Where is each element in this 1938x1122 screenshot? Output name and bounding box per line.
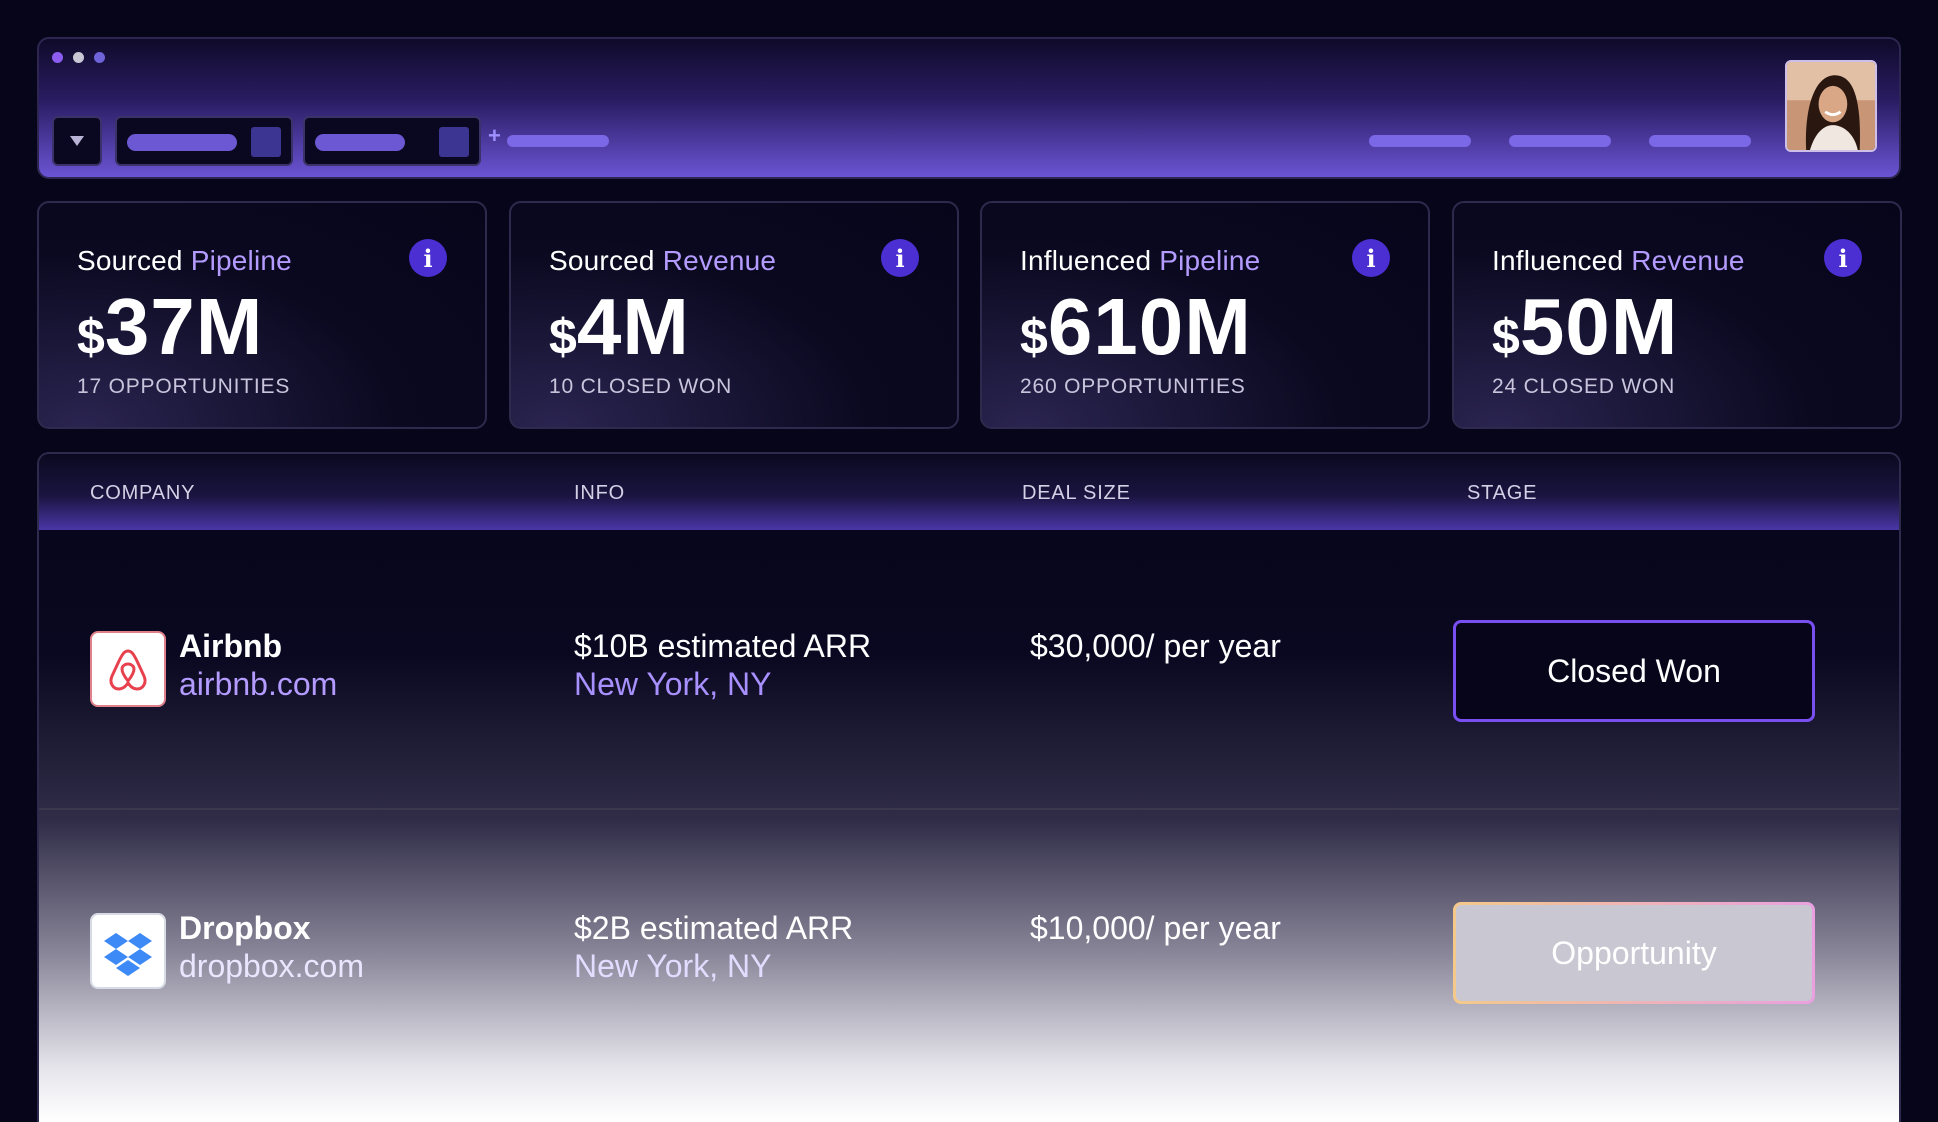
stat-card-influenced-revenue: Influenced Revenue i $50M 24 CLOSED WON [1452, 201, 1902, 429]
chip-close-square[interactable] [251, 127, 281, 157]
chip-placeholder-bar [127, 134, 237, 151]
table-row[interactable]: Dropbox dropbox.com $2B estimated ARR Ne… [39, 812, 1899, 1092]
user-avatar[interactable] [1785, 60, 1877, 152]
stat-title: Sourced Pipeline [77, 245, 292, 276]
stat-title: Sourced Revenue [549, 245, 777, 276]
stat-value: $4M [549, 282, 690, 371]
stat-value: $50M [1492, 282, 1679, 371]
stat-subtitle: 10 CLOSED WON [549, 375, 733, 398]
stat-subtitle: 24 CLOSED WON [1492, 375, 1676, 398]
info-icon[interactable]: i [1352, 239, 1390, 277]
airbnb-logo-icon [90, 631, 166, 707]
column-header-stage[interactable]: STAGE [1467, 482, 1537, 505]
company-location: New York, NY [574, 666, 772, 702]
info-icon[interactable]: i [881, 239, 919, 277]
column-header-company[interactable]: COMPANY [90, 482, 195, 505]
window-dot-violet[interactable] [94, 52, 105, 63]
stage-badge-closed-won[interactable]: Closed Won [1453, 620, 1815, 722]
stat-subtitle: 260 OPPORTUNITIES [1020, 375, 1246, 398]
column-header-deal-size[interactable]: DEAL SIZE [1022, 482, 1131, 505]
company-url[interactable]: airbnb.com [179, 666, 337, 703]
window-controls [52, 52, 105, 63]
stat-card-influenced-pipeline: Influenced Pipeline i $610M 260 OPPORTUN… [980, 201, 1430, 429]
company-arr: $2B estimated ARR [574, 910, 854, 946]
stat-card-sourced-pipeline: Sourced Pipeline i $37M 17 OPPORTUNITIES [37, 201, 487, 429]
add-filter-plus-icon[interactable]: + [488, 123, 501, 149]
info-icon[interactable]: i [409, 239, 447, 277]
user-photo [1787, 62, 1875, 150]
add-filter-placeholder[interactable] [507, 135, 609, 147]
table-header: COMPANY INFO DEAL SIZE STAGE [39, 454, 1899, 530]
company-location: New York, NY [574, 948, 772, 984]
column-header-info[interactable]: INFO [574, 482, 625, 505]
nav-link-placeholder[interactable] [1369, 135, 1471, 147]
filter-chip[interactable] [303, 116, 481, 166]
window-dot-purple[interactable] [52, 52, 63, 63]
info-icon[interactable]: i [1824, 239, 1862, 277]
chip-placeholder-bar [315, 134, 405, 151]
nav-link-placeholder[interactable] [1509, 135, 1611, 147]
nav-link-placeholder[interactable] [1649, 135, 1751, 147]
stat-value: $37M [77, 282, 264, 371]
stat-title: Influenced Revenue [1492, 245, 1745, 276]
filter-dropdown-button[interactable] [52, 116, 102, 166]
stat-title: Influenced Pipeline [1020, 245, 1261, 276]
stat-subtitle: 17 OPPORTUNITIES [77, 375, 291, 398]
company-url[interactable]: dropbox.com [179, 948, 364, 985]
triangle-down-icon [70, 136, 84, 146]
filter-chip[interactable] [115, 116, 293, 166]
stage-badge-opportunity[interactable]: Opportunity [1453, 902, 1815, 1004]
window-toolbar: + [37, 37, 1901, 179]
deal-size: $10,000/ per year [1030, 910, 1281, 946]
table-row[interactable]: Airbnb airbnb.com $10B estimated ARR New… [39, 530, 1899, 810]
dropbox-logo-icon [90, 913, 166, 989]
window-dot-gray[interactable] [73, 52, 84, 63]
stat-value: $610M [1020, 282, 1252, 371]
chip-close-square[interactable] [439, 127, 469, 157]
company-name[interactable]: Dropbox [179, 910, 311, 947]
deals-table: COMPANY INFO DEAL SIZE STAGE Airbnb airb… [37, 452, 1901, 1122]
deal-size: $30,000/ per year [1030, 628, 1281, 664]
company-arr: $10B estimated ARR [574, 628, 872, 664]
stat-card-sourced-revenue: Sourced Revenue i $4M 10 CLOSED WON [509, 201, 959, 429]
company-name[interactable]: Airbnb [179, 628, 282, 665]
